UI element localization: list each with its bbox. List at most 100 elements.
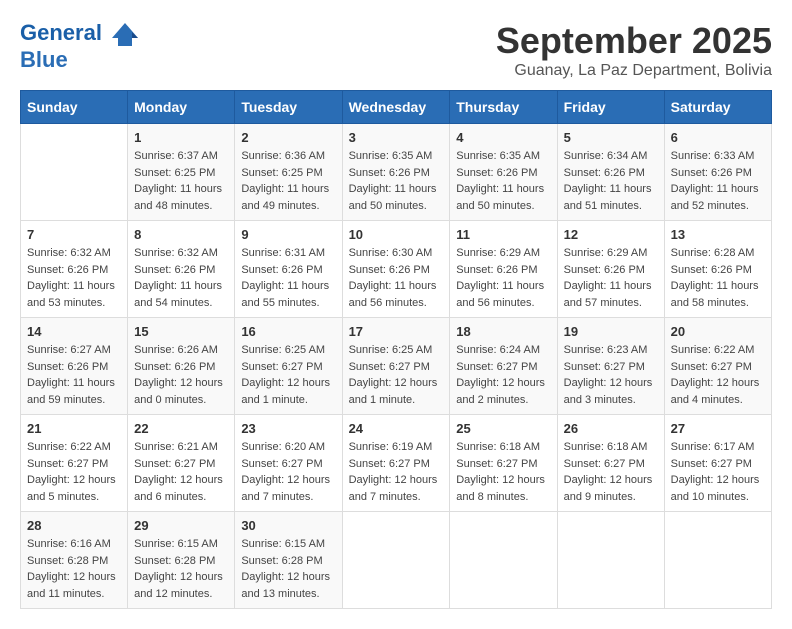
day-cell: 8 Sunrise: 6:32 AM Sunset: 6:26 PM Daylig… [128,221,235,318]
column-header-monday: Monday [128,91,235,124]
day-info: Sunrise: 6:25 AM Sunset: 6:27 PM Dayligh… [241,342,335,408]
day-number: 25 [456,421,550,436]
day-cell: 5 Sunrise: 6:34 AM Sunset: 6:26 PM Daylig… [557,124,664,221]
day-number: 27 [671,421,765,436]
day-cell: 21 Sunrise: 6:22 AM Sunset: 6:27 PM Dayli… [21,415,128,512]
day-cell: 20Sunrise: 6:22 AM Sunset: 6:27 PM Dayli… [664,318,771,415]
day-number: 28 [27,518,121,533]
column-header-sunday: Sunday [21,91,128,124]
day-info: Sunrise: 6:29 AM Sunset: 6:26 PM Dayligh… [564,245,658,311]
calendar-header: SundayMondayTuesdayWednesdayThursdayFrid… [21,91,772,124]
day-info: Sunrise: 6:18 AM Sunset: 6:27 PM Dayligh… [456,439,550,505]
day-cell: 3 Sunrise: 6:35 AM Sunset: 6:26 PM Daylig… [342,124,450,221]
day-number: 17 [349,324,444,339]
page-header: General Blue September 2025 Guanay, La P… [20,20,772,80]
day-info: Sunrise: 6:35 AM Sunset: 6:26 PM Dayligh… [349,148,444,214]
day-cell [21,124,128,221]
day-cell: 25 Sunrise: 6:18 AM Sunset: 6:27 PM Dayli… [450,415,557,512]
day-cell: 9Sunrise: 6:31 AM Sunset: 6:26 PM Daylig… [235,221,342,318]
logo-text: General Blue [20,20,140,72]
day-info: Sunrise: 6:24 AM Sunset: 6:27 PM Dayligh… [456,342,550,408]
day-info: Sunrise: 6:34 AM Sunset: 6:26 PM Dayligh… [564,148,658,214]
day-info: Sunrise: 6:33 AM Sunset: 6:26 PM Dayligh… [671,148,765,214]
day-number: 21 [27,421,121,436]
day-cell: 2 Sunrise: 6:36 AM Sunset: 6:25 PM Daylig… [235,124,342,221]
day-cell: 22 Sunrise: 6:21 AM Sunset: 6:27 PM Dayli… [128,415,235,512]
day-number: 10 [349,227,444,242]
day-cell: 28 Sunrise: 6:16 AM Sunset: 6:28 PM Dayli… [21,512,128,609]
day-cell: 15 Sunrise: 6:26 AM Sunset: 6:26 PM Dayli… [128,318,235,415]
calendar-body: 1Sunrise: 6:37 AM Sunset: 6:25 PM Daylig… [21,124,772,609]
day-cell [664,512,771,609]
day-cell: 11 Sunrise: 6:29 AM Sunset: 6:26 PM Dayli… [450,221,557,318]
logo-icon [110,18,140,48]
day-info: Sunrise: 6:32 AM Sunset: 6:26 PM Dayligh… [27,245,121,311]
day-info: Sunrise: 6:36 AM Sunset: 6:25 PM Dayligh… [241,148,335,214]
day-cell: 13Sunrise: 6:28 AM Sunset: 6:26 PM Dayli… [664,221,771,318]
day-cell: 26 Sunrise: 6:18 AM Sunset: 6:27 PM Dayli… [557,415,664,512]
day-number: 23 [241,421,335,436]
day-number: 5 [564,130,658,145]
week-row-4: 21 Sunrise: 6:22 AM Sunset: 6:27 PM Dayli… [21,415,772,512]
day-cell: 30 Sunrise: 6:15 AM Sunset: 6:28 PM Dayli… [235,512,342,609]
day-cell: 16Sunrise: 6:25 AM Sunset: 6:27 PM Dayli… [235,318,342,415]
week-row-3: 14 Sunrise: 6:27 AM Sunset: 6:26 PM Dayli… [21,318,772,415]
day-info: Sunrise: 6:29 AM Sunset: 6:26 PM Dayligh… [456,245,550,311]
header-row: SundayMondayTuesdayWednesdayThursdayFrid… [21,91,772,124]
day-info: Sunrise: 6:21 AM Sunset: 6:27 PM Dayligh… [134,439,228,505]
week-row-2: 7 Sunrise: 6:32 AM Sunset: 6:26 PM Daylig… [21,221,772,318]
day-cell: 14 Sunrise: 6:27 AM Sunset: 6:26 PM Dayli… [21,318,128,415]
day-number: 29 [134,518,228,533]
day-info: Sunrise: 6:27 AM Sunset: 6:26 PM Dayligh… [27,342,121,408]
day-number: 22 [134,421,228,436]
day-info: Sunrise: 6:30 AM Sunset: 6:26 PM Dayligh… [349,245,444,311]
day-cell: 23 Sunrise: 6:20 AM Sunset: 6:27 PM Dayli… [235,415,342,512]
day-number: 7 [27,227,121,242]
day-info: Sunrise: 6:16 AM Sunset: 6:28 PM Dayligh… [27,536,121,602]
column-header-wednesday: Wednesday [342,91,450,124]
day-number: 19 [564,324,658,339]
column-header-friday: Friday [557,91,664,124]
day-info: Sunrise: 6:32 AM Sunset: 6:26 PM Dayligh… [134,245,228,311]
day-info: Sunrise: 6:18 AM Sunset: 6:27 PM Dayligh… [564,439,658,505]
day-cell: 19Sunrise: 6:23 AM Sunset: 6:27 PM Dayli… [557,318,664,415]
day-info: Sunrise: 6:26 AM Sunset: 6:26 PM Dayligh… [134,342,228,408]
day-cell [557,512,664,609]
day-info: Sunrise: 6:35 AM Sunset: 6:26 PM Dayligh… [456,148,550,214]
calendar-table: SundayMondayTuesdayWednesdayThursdayFrid… [20,90,772,609]
day-number: 15 [134,324,228,339]
day-number: 14 [27,324,121,339]
day-cell: 18 Sunrise: 6:24 AM Sunset: 6:27 PM Dayli… [450,318,557,415]
week-row-5: 28 Sunrise: 6:16 AM Sunset: 6:28 PM Dayli… [21,512,772,609]
day-cell: 6 Sunrise: 6:33 AM Sunset: 6:26 PM Daylig… [664,124,771,221]
day-number: 26 [564,421,658,436]
location-subtitle: Guanay, La Paz Department, Bolivia [496,62,772,80]
day-cell: 7 Sunrise: 6:32 AM Sunset: 6:26 PM Daylig… [21,221,128,318]
day-number: 8 [134,227,228,242]
day-number: 6 [671,130,765,145]
month-title: September 2025 [496,20,772,62]
column-header-tuesday: Tuesday [235,91,342,124]
day-number: 11 [456,227,550,242]
day-info: Sunrise: 6:20 AM Sunset: 6:27 PM Dayligh… [241,439,335,505]
logo: General Blue [20,20,140,72]
day-number: 30 [241,518,335,533]
day-cell [342,512,450,609]
day-info: Sunrise: 6:19 AM Sunset: 6:27 PM Dayligh… [349,439,444,505]
day-number: 1 [134,130,228,145]
day-info: Sunrise: 6:22 AM Sunset: 6:27 PM Dayligh… [27,439,121,505]
day-number: 18 [456,324,550,339]
day-number: 3 [349,130,444,145]
day-info: Sunrise: 6:15 AM Sunset: 6:28 PM Dayligh… [241,536,335,602]
day-number: 4 [456,130,550,145]
day-cell [450,512,557,609]
day-info: Sunrise: 6:25 AM Sunset: 6:27 PM Dayligh… [349,342,444,408]
day-number: 13 [671,227,765,242]
day-number: 20 [671,324,765,339]
day-cell: 17 Sunrise: 6:25 AM Sunset: 6:27 PM Dayli… [342,318,450,415]
day-cell: 24Sunrise: 6:19 AM Sunset: 6:27 PM Dayli… [342,415,450,512]
day-number: 2 [241,130,335,145]
day-info: Sunrise: 6:31 AM Sunset: 6:26 PM Dayligh… [241,245,335,311]
week-row-1: 1Sunrise: 6:37 AM Sunset: 6:25 PM Daylig… [21,124,772,221]
column-header-thursday: Thursday [450,91,557,124]
